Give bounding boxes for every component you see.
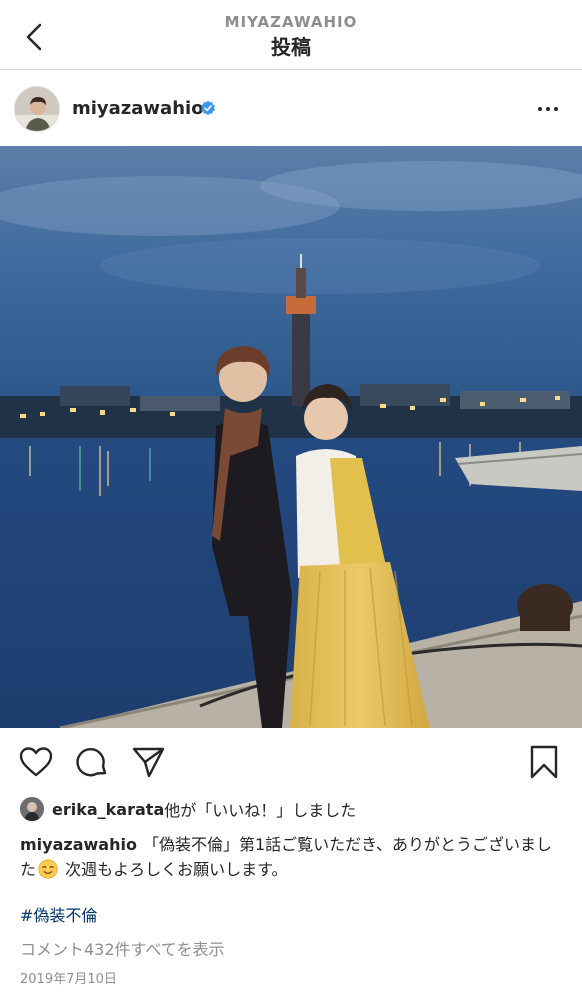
send-icon xyxy=(132,747,165,778)
more-options-icon xyxy=(536,107,560,111)
more-options-button[interactable] xyxy=(534,98,562,120)
post-date: 2019年7月10日 xyxy=(20,972,117,987)
view-all-comments-link[interactable]: コメント432件すべてを表示 xyxy=(20,939,224,961)
avatar-image xyxy=(15,87,59,131)
page-title: 投稿 xyxy=(271,35,311,59)
comment-button[interactable] xyxy=(74,744,110,780)
save-button[interactable] xyxy=(526,744,562,780)
smiling-face-emoji-icon xyxy=(38,859,58,879)
author-avatar[interactable] xyxy=(14,86,60,132)
header-titles: MIYAZAWAHIO 投稿 xyxy=(0,12,582,60)
caption-username[interactable]: miyazawahio xyxy=(20,835,137,854)
comment-icon xyxy=(76,748,107,777)
post-header: miyazawahio xyxy=(0,78,582,140)
liker-avatar-image xyxy=(20,797,44,821)
likes-text: 他が「いいね！」しました xyxy=(164,801,357,820)
liker-avatar[interactable] xyxy=(20,797,44,821)
caption-text-part2: 次週もよろしくお願いします。 xyxy=(60,860,288,879)
top-header: MIYAZAWAHIO 投稿 xyxy=(0,0,582,70)
hashtag-link[interactable]: #偽装不倫 xyxy=(20,905,97,927)
post-image xyxy=(0,146,582,728)
author-username[interactable]: miyazawahio xyxy=(72,97,204,121)
post-actions xyxy=(0,738,582,788)
like-button[interactable] xyxy=(18,744,54,780)
likes-row: erika_karata 他が「いいね！」しました xyxy=(20,796,356,822)
share-button[interactable] xyxy=(130,744,166,780)
bookmark-icon xyxy=(530,745,558,779)
verified-badge-icon xyxy=(201,100,215,116)
liker-username[interactable]: erika_karata xyxy=(52,800,164,819)
header-account-name: MIYAZAWAHIO xyxy=(224,13,358,31)
heart-icon xyxy=(19,747,53,777)
post-caption: miyazawahio 「偽装不倫」第1話ご覧いただき、ありがとうございました 次… xyxy=(20,832,560,882)
post-photo[interactable] xyxy=(0,146,582,728)
